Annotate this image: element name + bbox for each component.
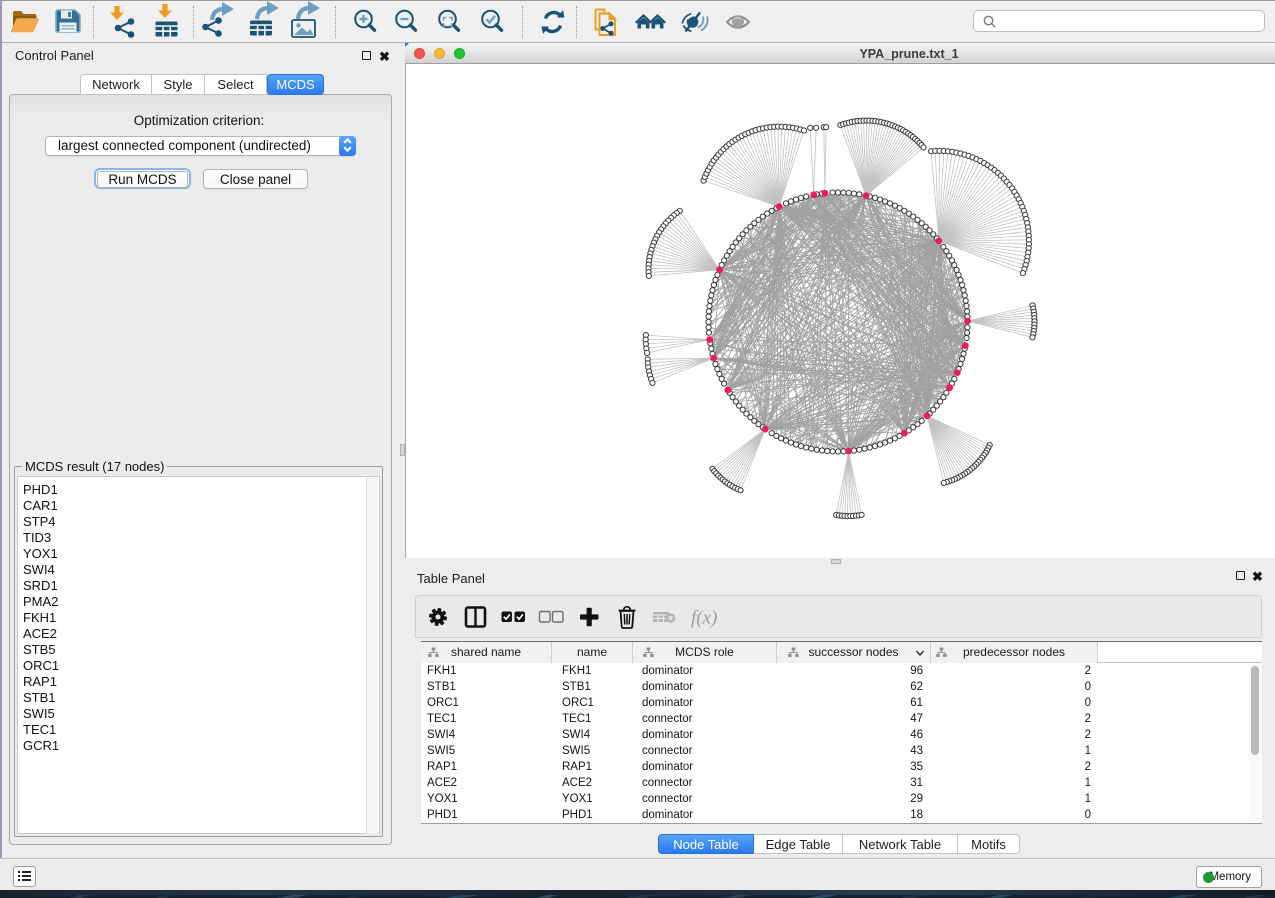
svg-text:f(x): f(x) [691,608,717,629]
